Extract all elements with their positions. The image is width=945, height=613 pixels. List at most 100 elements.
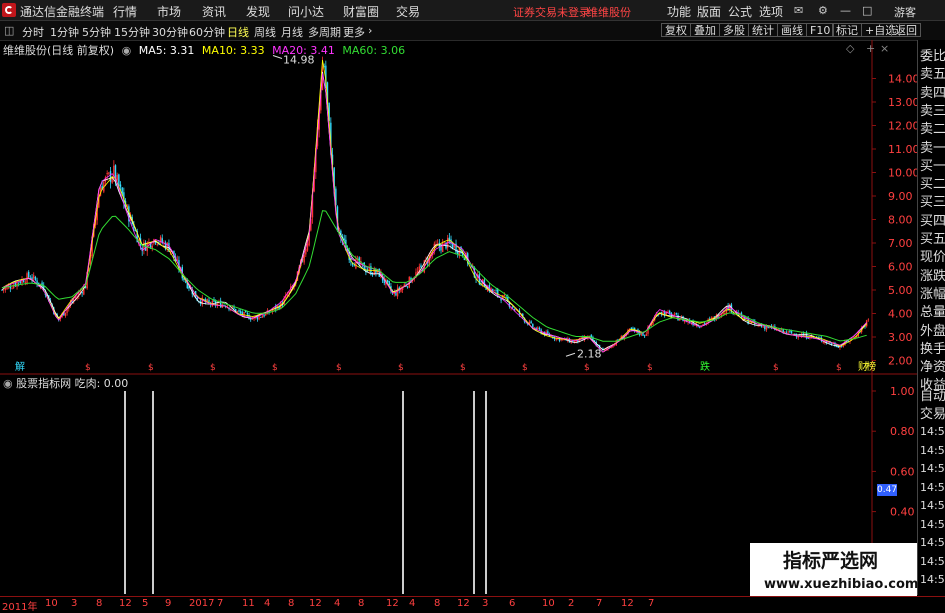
dividend-marker[interactable]: $ (584, 363, 590, 373)
message-icon[interactable]: ✉ (794, 4, 803, 17)
side-item[interactable]: 买五 (920, 228, 945, 247)
side-item[interactable]: 卖一 (920, 137, 945, 156)
candle-body (495, 289, 497, 291)
menu-formula[interactable]: 公式 (728, 3, 752, 20)
f10-button[interactable]: F10 (806, 23, 835, 37)
dividend-marker[interactable]: $ (336, 363, 342, 373)
side-item[interactable]: 换手 (920, 338, 945, 357)
period-5min[interactable]: 5分钟 (82, 24, 111, 40)
date-tick-label: 3 (482, 598, 489, 609)
menu-wenxiaoda[interactable]: 问小达 (288, 3, 324, 20)
dividend-marker[interactable]: $ (85, 363, 91, 373)
period-monthly[interactable]: 月线 (281, 24, 303, 40)
indicator-tick-label: 0.60 (890, 465, 915, 478)
side-item[interactable]: 委比 (920, 45, 945, 64)
kline-chart[interactable]: 14.00 13.00 12.00 11.00 10.00 9.00 8.00 7.00 6.0… (0, 40, 917, 596)
side-trade-item[interactable]: 自动 (920, 385, 945, 404)
guest-label[interactable]: 游客 (894, 4, 916, 20)
side-item[interactable]: 买一 (920, 155, 945, 174)
menu-function[interactable]: 功能 (667, 3, 691, 20)
candle-body (9, 286, 12, 289)
dividend-marker[interactable]: $ (210, 363, 216, 373)
side-item[interactable]: 买四 (920, 210, 945, 229)
minimize-icon[interactable]: — (840, 4, 851, 17)
candle-body (81, 292, 83, 294)
trade-login-status[interactable]: 证券交易未登录 (513, 4, 590, 20)
side-item[interactable]: 卖二 (920, 118, 945, 137)
event-marker[interactable]: 榜 (866, 360, 876, 373)
close-icon[interactable]: × (880, 42, 889, 55)
period-more[interactable]: 更多 (343, 24, 365, 40)
maximize-icon[interactable]: □ (862, 4, 872, 17)
mark-button[interactable]: 标记 (832, 23, 862, 37)
event-marker[interactable]: 跌 (700, 360, 710, 373)
chevron-right-icon[interactable]: › (368, 24, 372, 37)
dividend-marker[interactable]: $ (836, 363, 842, 373)
multi-stock-button[interactable]: 多股 (719, 23, 749, 37)
menu-news[interactable]: 资讯 (202, 3, 226, 20)
back-button[interactable]: 返回 (891, 23, 921, 37)
side-item[interactable]: 外盘 (920, 320, 945, 339)
menu-discover[interactable]: 发现 (246, 3, 270, 20)
ma60-line (1, 210, 867, 342)
period-30min[interactable]: 30分钟 (152, 24, 188, 40)
period-tick[interactable]: 分时 (22, 24, 44, 40)
date-tick-label: 12 (119, 598, 132, 609)
dividend-marker[interactable]: $ (460, 363, 466, 373)
period-1min[interactable]: 1分钟 (50, 24, 79, 40)
menu-quotes[interactable]: 行情 (113, 3, 137, 20)
price-tick-label: 6.00 (888, 261, 913, 274)
side-item[interactable]: 涨跌 (920, 265, 945, 284)
draw-line-button[interactable]: 画线 (777, 23, 807, 37)
side-item[interactable]: 涨幅 (920, 283, 945, 302)
candle-body (505, 296, 507, 298)
date-tick-label: 4 (334, 598, 341, 609)
side-item[interactable]: 卖五 (920, 63, 945, 82)
side-item[interactable]: 买三 (920, 191, 945, 210)
date-tick-label: 9 (165, 598, 172, 609)
adjust-button[interactable]: 复权 (661, 23, 691, 37)
candle-body (11, 288, 13, 290)
side-item[interactable]: 卖三 (920, 100, 945, 119)
menu-wealth-circle[interactable]: 财富圈 (343, 3, 379, 20)
statistics-button[interactable]: 统计 (748, 23, 778, 37)
side-item[interactable]: 总量 (920, 301, 945, 320)
plus-icon[interactable]: + (866, 42, 875, 55)
period-15min[interactable]: 15分钟 (114, 24, 150, 40)
side-trade-item[interactable]: 交易 (920, 403, 945, 422)
dividend-marker[interactable]: $ (398, 363, 404, 373)
period-60min[interactable]: 60分钟 (189, 24, 225, 40)
price-tick-label: 5.00 (888, 284, 913, 297)
date-tick-label: 12 (457, 598, 470, 609)
candle-body (512, 306, 514, 308)
diamond-icon[interactable]: ◇ (846, 42, 854, 55)
low-label: 2.18 (577, 347, 602, 360)
side-item[interactable]: 净资 (920, 356, 945, 375)
period-multi[interactable]: 多周期 (308, 24, 341, 40)
menu-market[interactable]: 市场 (157, 3, 181, 20)
toggle-panel-icon[interactable]: ◫ (4, 24, 14, 37)
settings-icon[interactable]: ⚙ (818, 4, 828, 17)
menu-options[interactable]: 选项 (759, 3, 783, 20)
title-bar: 通达信金融终端 行情 市场 资讯 发现 问小达 财富圈 交易 证券交易未登录 维… (0, 0, 945, 21)
side-item[interactable]: 现价 (920, 246, 945, 265)
dividend-marker[interactable]: $ (522, 363, 528, 373)
legend-settings-icon[interactable]: ◉ (122, 44, 132, 57)
candle-body (119, 184, 122, 187)
dividend-marker[interactable]: $ (272, 363, 278, 373)
overlay-button[interactable]: 叠加 (690, 23, 720, 37)
side-item[interactable]: 买二 (920, 173, 945, 192)
candle-body (679, 319, 681, 321)
menu-layout[interactable]: 版面 (697, 3, 721, 20)
side-item[interactable]: 卖四 (920, 82, 945, 101)
period-weekly[interactable]: 周线 (254, 24, 276, 40)
menu-trade[interactable]: 交易 (396, 3, 420, 20)
dividend-marker[interactable]: $ (773, 363, 779, 373)
price-tick-label: 4.00 (888, 308, 913, 321)
dividend-marker[interactable]: $ (148, 363, 154, 373)
event-marker[interactable]: 解 (15, 360, 25, 373)
dividend-marker[interactable]: $ (647, 363, 653, 373)
side-time: 14:56 (920, 462, 945, 475)
indicator-settings-icon[interactable]: ◉ (3, 377, 13, 390)
period-daily[interactable]: 日线 (227, 24, 249, 40)
